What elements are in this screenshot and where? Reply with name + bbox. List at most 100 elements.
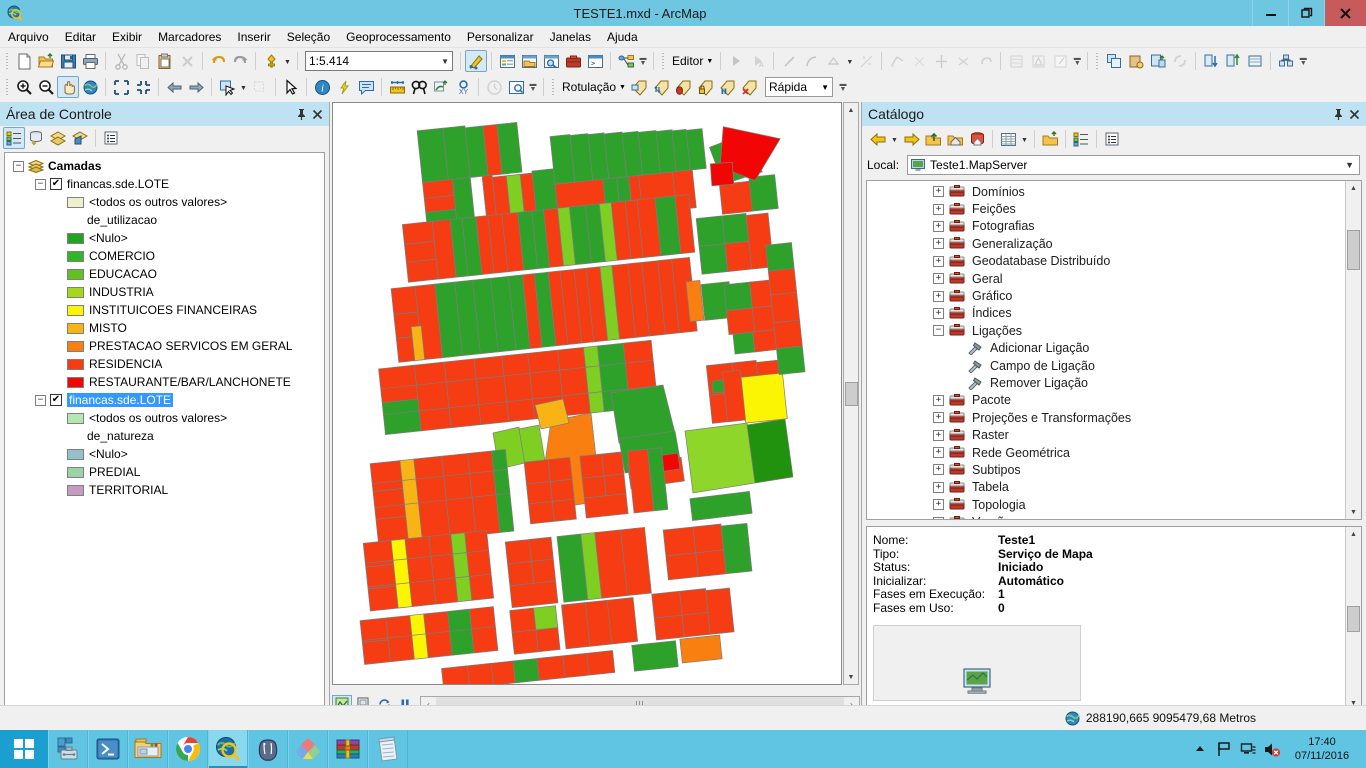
scroll-down-arrow-icon[interactable]: ▼ [844, 670, 858, 684]
legend-row[interactable]: TERRITORIAL [5, 481, 324, 499]
scroll-down-arrow-icon[interactable]: ▼ [1346, 505, 1361, 519]
html-popup-icon[interactable] [355, 76, 377, 98]
editor-toolbar-icon[interactable] [465, 50, 487, 72]
notepad-icon[interactable] [368, 730, 408, 768]
catalog-tree-item[interactable]: + Índices [867, 305, 1344, 322]
catalog-tree-item[interactable]: + Gráfico [867, 287, 1344, 304]
legend-row[interactable]: INSTITUICOES FINANCEIRAS [5, 301, 324, 319]
catalog-tree-item[interactable]: + Subtipos [867, 461, 1344, 478]
expander-icon[interactable]: + [933, 238, 944, 250]
rotulacao-menu-button[interactable]: Rotulação ▼ [559, 76, 629, 98]
lock-labels-icon[interactable] [695, 76, 717, 98]
chevron-down-icon[interactable]: ▼ [238, 76, 249, 98]
legend-swatch[interactable] [67, 358, 84, 370]
restore-button[interactable] [1288, 0, 1324, 26]
menu-arquivo[interactable]: Arquivo [0, 28, 57, 46]
toc-root-camadas[interactable]: − Camadas [5, 157, 324, 175]
menu-exibir[interactable]: Exibir [104, 28, 150, 46]
legend-swatch[interactable] [67, 448, 84, 460]
legend-swatch[interactable] [67, 286, 84, 298]
sketch-properties-icon[interactable] [886, 50, 908, 72]
toolbar-overflow-button[interactable]: ▬ ▼ [527, 76, 539, 98]
catalog-tree-item[interactable]: + Generalização [867, 235, 1344, 252]
expander-icon[interactable]: + [933, 394, 944, 406]
catalog-tree-item[interactable]: + Geodatabase Distribuído [867, 253, 1344, 270]
labeling-toolbar-grip[interactable] [551, 77, 556, 97]
toolbar-overflow-button[interactable]: ▬ ▼ [1297, 50, 1309, 72]
hyperlink-icon[interactable] [333, 76, 355, 98]
copy-features-icon[interactable] [1103, 50, 1125, 72]
forward-icon[interactable] [900, 128, 922, 150]
chevron-down-icon[interactable]: ▼ [706, 58, 713, 65]
toolbar-overflow-button[interactable]: ▬ ▼ [637, 50, 649, 72]
chevron-down-icon[interactable]: ▼ [1345, 160, 1356, 170]
catalog-tree-item[interactable]: + Fotografias [867, 218, 1344, 235]
fixed-zoom-out-icon[interactable] [132, 76, 154, 98]
edit-tool-icon[interactable] [725, 50, 747, 72]
server-manager-icon[interactable] [48, 730, 88, 768]
new-document-icon[interactable] [13, 50, 35, 72]
split-icon[interactable] [930, 50, 952, 72]
legend-swatch[interactable] [67, 322, 84, 334]
pin-icon[interactable] [1330, 105, 1346, 123]
catalog-tree-item[interactable]: + Projeções e Transformações [867, 409, 1344, 426]
catalog-tree-item[interactable]: + Rede Geométrica [867, 444, 1344, 461]
scroll-up-arrow-icon[interactable]: ▲ [1346, 527, 1361, 541]
arcmap-icon[interactable] [208, 730, 248, 768]
legend-row[interactable]: RESTAURANTE/BAR/LANCHONETE [5, 373, 324, 391]
list-by-source-icon[interactable] [25, 127, 47, 149]
catalog-tree-item[interactable]: Campo de Ligação [867, 357, 1344, 374]
legend-swatch[interactable] [67, 196, 84, 208]
layer-visibility-checkbox[interactable]: ✔ [50, 394, 62, 406]
qgis-icon[interactable] [288, 730, 328, 768]
legend-row[interactable]: COMERCIO [5, 247, 324, 265]
catalog-tree-item[interactable]: + Pacote [867, 392, 1344, 409]
expander-icon[interactable]: + [933, 464, 944, 476]
legend-row[interactable]: <Nulo> [5, 229, 324, 247]
expander-icon[interactable]: − [35, 178, 46, 190]
scroll-thumb[interactable] [844, 381, 858, 406]
chevron-down-icon[interactable]: ▼ [441, 57, 449, 66]
list-by-drawing-order-icon[interactable] [3, 127, 25, 149]
catalog-tree-item[interactable]: + Feições [867, 200, 1344, 217]
cadastral-map-graphic[interactable] [333, 103, 841, 684]
find-route-icon[interactable] [430, 76, 452, 98]
go-next-extent-icon[interactable] [185, 76, 207, 98]
show-hidden-icons-icon[interactable] [1188, 730, 1212, 768]
edit-attributes-icon[interactable] [1049, 50, 1071, 72]
legend-swatch[interactable] [67, 484, 84, 496]
expander-icon[interactable]: + [933, 447, 944, 459]
refresh-version-icon[interactable] [1222, 50, 1244, 72]
fixed-zoom-in-icon[interactable] [110, 76, 132, 98]
back-dropdown-icon[interactable]: ▼ [889, 128, 900, 150]
layer-visibility-checkbox[interactable]: ✔ [50, 178, 62, 190]
catalog-tree-item[interactable]: − Ligações [867, 322, 1344, 339]
chevron-down-icon[interactable]: ▼ [844, 50, 855, 72]
expander-icon[interactable]: + [933, 203, 944, 215]
catalog-tree-item[interactable]: Remover Ligação [867, 374, 1344, 391]
archiving-icon[interactable] [1275, 50, 1297, 72]
zoom-in-icon[interactable] [13, 76, 35, 98]
scroll-up-arrow-icon[interactable]: ▲ [844, 103, 858, 117]
point-icon[interactable] [822, 50, 844, 72]
expander-icon[interactable]: + [933, 429, 944, 441]
legend-swatch[interactable] [67, 232, 84, 244]
tools-toolbar-grip[interactable] [5, 77, 10, 97]
toc-options-icon[interactable] [100, 127, 122, 149]
powershell-icon[interactable] [88, 730, 128, 768]
rotate-icon[interactable] [952, 50, 974, 72]
menu-janelas[interactable]: Janelas [542, 28, 599, 46]
legend-swatch[interactable] [67, 250, 84, 262]
sketch-icon[interactable] [1027, 50, 1049, 72]
properties-scrollbar[interactable]: ▲ ▼ [1345, 527, 1361, 710]
editor-menu-button[interactable]: Editor ▼ [669, 50, 716, 72]
legend-swatch[interactable] [67, 304, 84, 316]
model-builder-icon[interactable] [615, 50, 637, 72]
save-icon[interactable] [57, 50, 79, 72]
pin-icon[interactable] [293, 105, 309, 123]
add-data-icon[interactable] [260, 50, 282, 72]
network-icon[interactable] [1236, 730, 1260, 768]
select-features-icon[interactable] [216, 76, 238, 98]
menu-inserir[interactable]: Inserir [229, 28, 278, 46]
content-view-icon[interactable] [997, 128, 1019, 150]
